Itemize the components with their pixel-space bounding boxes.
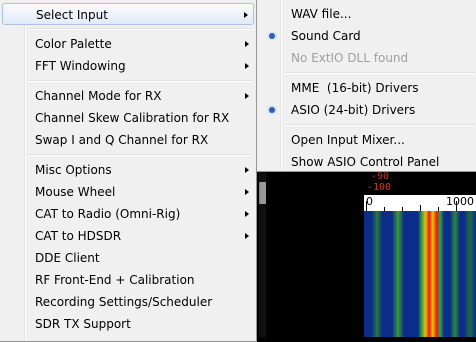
select-input-submenu: WAV file... Sound Card No ExtIO DLL foun… bbox=[256, 0, 476, 172]
menu-separator bbox=[285, 72, 474, 74]
submenu-arrow-icon bbox=[245, 62, 249, 69]
submenu-item-asio-drivers[interactable]: ASIO (24-bit) Drivers bbox=[259, 99, 475, 121]
menu-item-label: Misc Options bbox=[35, 163, 112, 177]
menu-item-label: Recording Settings/Scheduler bbox=[35, 295, 213, 309]
menu-item-label: SDR TX Support bbox=[35, 317, 131, 331]
menu-item-label: FFT Windowing bbox=[35, 59, 126, 73]
menu-item-label: Color Palette bbox=[35, 37, 112, 51]
menu-item-label: Channel Mode for RX bbox=[35, 89, 162, 103]
submenu-arrow-icon bbox=[245, 40, 249, 47]
menu-item-label: Channel Skew Calibration for RX bbox=[35, 111, 230, 125]
menu-item-label: RF Front-End + Calibration bbox=[35, 273, 195, 287]
menu-item-label: DDE Client bbox=[35, 251, 100, 265]
menu-item-label: ASIO (24-bit) Drivers bbox=[291, 103, 416, 117]
options-context-menu: Select Input Color Palette FFT Windowing… bbox=[0, 0, 257, 342]
menu-item-channel-skew-calibration[interactable]: Channel Skew Calibration for RX bbox=[2, 107, 254, 129]
scale-label-0: 0 bbox=[366, 195, 373, 208]
menu-item-misc-options[interactable]: Misc Options bbox=[2, 159, 254, 181]
menu-item-swap-iq[interactable]: Swap I and Q Channel for RX bbox=[2, 129, 254, 151]
menu-separator bbox=[285, 124, 474, 126]
menu-item-label: Show ASIO Control Panel bbox=[291, 155, 440, 169]
radio-selected-icon bbox=[269, 33, 275, 39]
menu-item-label: MME (16-bit) Drivers bbox=[291, 81, 419, 95]
menu-item-label: CAT to Radio (Omni-Rig) bbox=[35, 207, 181, 221]
submenu-item-sound-card[interactable]: Sound Card bbox=[259, 25, 475, 47]
waterfall-signal bbox=[418, 211, 444, 337]
menu-item-rf-frontend[interactable]: RF Front-End + Calibration bbox=[2, 269, 254, 291]
submenu-arrow-icon bbox=[245, 232, 249, 239]
menu-item-recording-settings[interactable]: Recording Settings/Scheduler bbox=[2, 291, 254, 313]
menu-item-mouse-wheel[interactable]: Mouse Wheel bbox=[2, 181, 254, 203]
menu-item-fft-windowing[interactable]: FFT Windowing bbox=[2, 55, 254, 77]
menu-item-select-input[interactable]: Select Input bbox=[2, 3, 254, 25]
submenu-arrow-icon bbox=[245, 92, 249, 99]
waterfall-trace bbox=[450, 211, 460, 337]
menu-item-label: CAT to HDSDR bbox=[35, 229, 122, 243]
radio-selected-icon bbox=[269, 107, 275, 113]
db-label-bottom: -100 bbox=[367, 182, 392, 193]
frequency-scale: 0 1000 bbox=[364, 195, 476, 212]
menu-separator bbox=[28, 80, 253, 82]
submenu-arrow-icon bbox=[244, 11, 248, 18]
menu-item-cat-omni-rig[interactable]: CAT to Radio (Omni-Rig) bbox=[2, 203, 254, 225]
menu-item-label: Swap I and Q Channel for RX bbox=[35, 133, 209, 147]
waterfall-trace bbox=[392, 211, 404, 337]
menu-item-label: Open Input Mixer... bbox=[291, 133, 405, 147]
submenu-item-open-input-mixer[interactable]: Open Input Mixer... bbox=[259, 129, 475, 151]
menu-separator bbox=[28, 154, 253, 156]
submenu-item-mme-drivers[interactable]: MME (16-bit) Drivers bbox=[259, 77, 475, 99]
waterfall-trace bbox=[464, 211, 476, 337]
menu-item-cat-hdsdr[interactable]: CAT to HDSDR bbox=[2, 225, 254, 247]
menu-item-dde-client[interactable]: DDE Client bbox=[2, 247, 254, 269]
menu-item-label: No ExtIO DLL found bbox=[291, 51, 409, 65]
submenu-arrow-icon bbox=[245, 188, 249, 195]
menu-item-sdr-tx-support[interactable]: SDR TX Support bbox=[2, 313, 254, 335]
menu-item-label: Sound Card bbox=[291, 29, 361, 43]
menu-separator bbox=[28, 28, 253, 30]
submenu-item-show-asio-panel[interactable]: Show ASIO Control Panel bbox=[259, 151, 475, 173]
submenu-item-wav-file[interactable]: WAV file... bbox=[259, 3, 475, 25]
submenu-item-no-extio: No ExtIO DLL found bbox=[259, 47, 475, 69]
menu-item-label: WAV file... bbox=[291, 7, 352, 21]
scrollbar-thumb[interactable] bbox=[259, 182, 266, 204]
menu-item-channel-mode-rx[interactable]: Channel Mode for RX bbox=[2, 85, 254, 107]
menu-item-label: Select Input bbox=[36, 8, 108, 22]
waterfall-display[interactable] bbox=[364, 211, 476, 337]
menu-item-color-palette[interactable]: Color Palette bbox=[2, 33, 254, 55]
waterfall-trace bbox=[372, 211, 382, 337]
menu-item-label: Mouse Wheel bbox=[35, 185, 116, 199]
submenu-arrow-icon bbox=[245, 166, 249, 173]
submenu-arrow-icon bbox=[245, 210, 249, 217]
scale-label-1000: 1000 bbox=[446, 195, 474, 208]
